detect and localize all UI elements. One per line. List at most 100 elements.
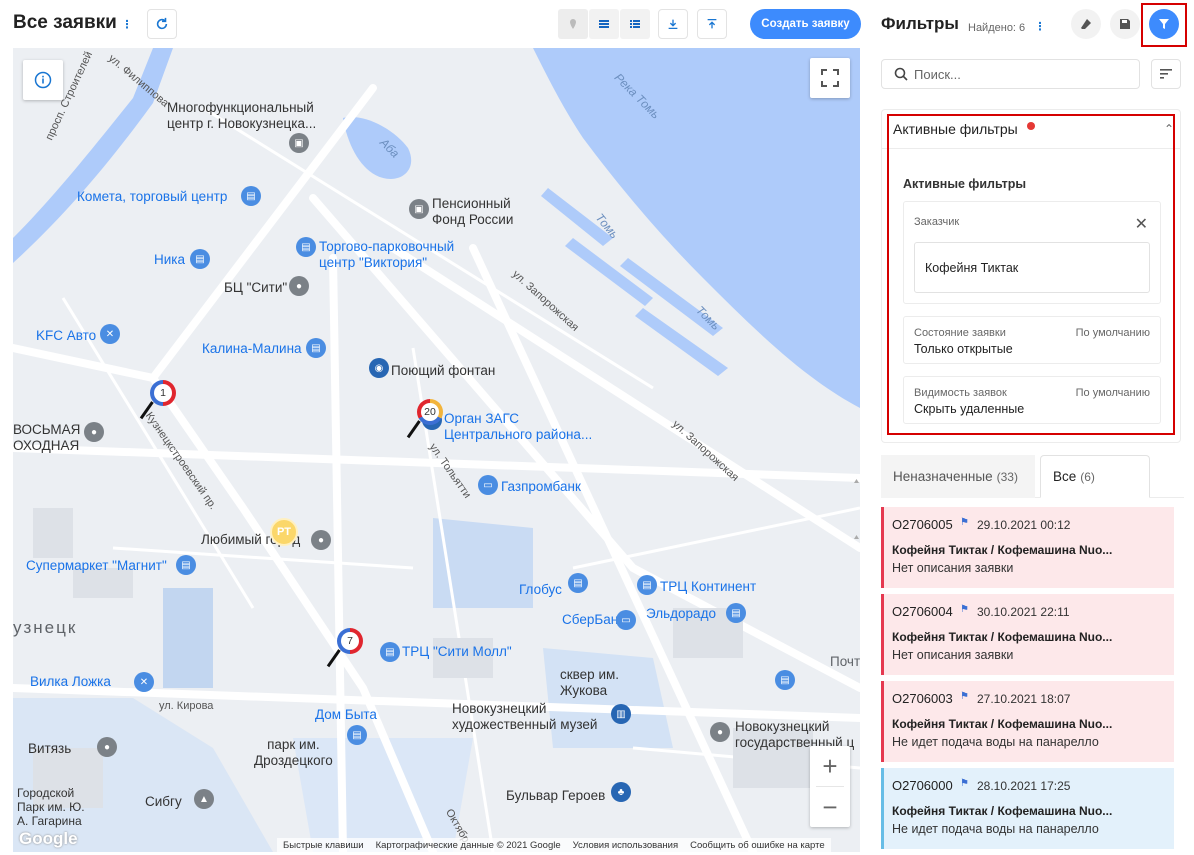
tab-all[interactable]: Все (6) <box>1040 455 1150 498</box>
export-button[interactable] <box>658 9 688 39</box>
poi-pin-icon[interactable]: ● <box>710 722 730 742</box>
create-request-button[interactable]: Создать заявку <box>750 9 861 39</box>
shopping-bag-icon[interactable]: ▤ <box>568 573 588 593</box>
poi-globus[interactable]: Глобус <box>519 582 562 598</box>
fullscreen-button[interactable] <box>810 58 850 98</box>
poi-fontan[interactable]: Поющий фонтан <box>391 363 495 379</box>
shopping-bag-icon[interactable]: ▤ <box>296 237 316 257</box>
restaurant-icon[interactable]: ✕ <box>100 324 120 344</box>
order-card[interactable]: O2706005 ⚑ 29.10.2021 00:12 Кофейня Тикт… <box>881 507 1174 588</box>
order-description: Нет описания заявки <box>892 648 1014 662</box>
import-button[interactable] <box>697 9 727 39</box>
shopping-cart-icon[interactable]: ▤ <box>306 338 326 358</box>
order-description: Нет описания заявки <box>892 561 1014 575</box>
poi-dom-byta[interactable]: Дом Быта <box>315 707 377 723</box>
map-data-text: Картографические данные © 2021 Google <box>375 839 561 851</box>
poi-sberbank[interactable]: СберБанк <box>562 612 624 628</box>
detail-list-icon <box>630 20 640 28</box>
highlight-box <box>1141 3 1187 47</box>
flag-icon: ⚑ <box>960 517 969 528</box>
order-card[interactable]: O2706004 ⚑ 30.10.2021 22:11 Кофейня Тикт… <box>881 594 1174 675</box>
order-id: O2706004 <box>892 604 953 619</box>
poi-trc-kontinent[interactable]: ТРЦ Континент <box>660 579 756 595</box>
poi-gor-park[interactable]: Городской Парк им. Ю. А. Гагарина <box>17 786 85 828</box>
sort-icon <box>1160 69 1172 79</box>
map-pin-icon <box>570 19 576 29</box>
poi-pension[interactable]: Пенсионный Фонд России <box>432 196 513 228</box>
poi-gazprom[interactable]: Газпромбанк <box>501 479 581 495</box>
tab-label: Все <box>1053 469 1077 484</box>
zoom-out-button[interactable]: − <box>810 787 850 827</box>
poi-trc-siti[interactable]: ТРЦ "Сити Молл" <box>402 644 512 660</box>
technician-marker[interactable]: PT <box>270 518 298 546</box>
refresh-button[interactable] <box>147 9 177 39</box>
order-id: O2706005 <box>892 517 953 532</box>
tab-count: (6) <box>1080 469 1095 484</box>
save-filters-button[interactable] <box>1110 9 1140 39</box>
search-input[interactable]: Поиск... <box>881 59 1140 89</box>
poi-zags[interactable]: Орган ЗАГС Центрального района... <box>444 411 592 443</box>
tab-unassigned[interactable]: Неназначенные (33) <box>881 455 1035 498</box>
order-description: Не идет подача воды на панарелло <box>892 735 1099 749</box>
info-icon[interactable]: ⋮ <box>118 15 136 33</box>
poi-vityaz[interactable]: Витязь <box>28 741 71 757</box>
atm-icon[interactable]: ▭ <box>478 475 498 495</box>
poi-pin-icon[interactable]: ● <box>289 276 309 296</box>
zoom-in-button[interactable]: + <box>810 746 850 786</box>
poi-vosmaya[interactable]: ВОСЬМАЯ ОХОДНАЯ <box>13 422 80 454</box>
map-info-button[interactable] <box>23 60 63 100</box>
list-view-button[interactable] <box>589 9 619 39</box>
poi-sibgu[interactable]: Сибгу <box>145 794 182 810</box>
poi-pin-icon[interactable]: ▣ <box>409 199 429 219</box>
order-date: 29.10.2021 00:12 <box>977 518 1071 532</box>
keyboard-shortcuts-link[interactable]: Быстрые клавиши <box>277 840 370 851</box>
poi-museum[interactable]: Новокузнецкий художественный музей <box>452 701 597 733</box>
poi-viktoria[interactable]: Торгово-парковочный центр "Виктория" <box>319 239 454 271</box>
poi-magnit[interactable]: Супермаркет "Магнит" <box>26 558 167 574</box>
shopping-bag-icon[interactable]: ▤ <box>347 725 367 745</box>
shopping-bag-icon[interactable]: ▤ <box>637 575 657 595</box>
info-icon[interactable]: ⋮ <box>1031 17 1049 35</box>
poi-kometa[interactable]: Комета, торговый центр <box>77 189 227 205</box>
order-card[interactable]: O2706000 ⚑ 28.10.2021 17:25 Кофейня Тикт… <box>881 768 1174 849</box>
poi-bc-siti[interactable]: БЦ "Сити" <box>224 280 287 296</box>
park-icon[interactable]: ♣ <box>611 782 631 802</box>
shopping-bag-icon[interactable]: ▤ <box>775 670 795 690</box>
order-title: Кофейня Тиктак / Кофемашина Nuo... <box>892 630 1113 644</box>
shopping-bag-icon[interactable]: ▤ <box>380 642 400 662</box>
app-root: Все заявки ⋮ Создать заявку Многофункцио… <box>0 0 1194 855</box>
poi-pin-icon[interactable]: ● <box>97 737 117 757</box>
poi-bulvar[interactable]: Бульвар Героев <box>506 788 605 804</box>
poi-pin-icon[interactable]: ● <box>311 530 331 550</box>
terms-link[interactable]: Условия использования <box>567 840 684 851</box>
museum-icon[interactable]: ▥ <box>611 704 631 724</box>
poi-park-drozd[interactable]: парк им. Дроздецкого <box>254 737 333 769</box>
poi-kfc[interactable]: KFC Авто <box>36 328 96 344</box>
scrollbar[interactable] <box>853 475 860 855</box>
poi-vilka[interactable]: Вилка Ложка <box>30 674 111 690</box>
shopping-bag-icon[interactable]: ▤ <box>176 555 196 575</box>
poi-mfc[interactable]: Многофункциональный центр г. Новокузнецк… <box>167 100 316 132</box>
clear-filters-button[interactable] <box>1071 9 1101 39</box>
restaurant-icon[interactable]: ✕ <box>134 672 154 692</box>
poi-kalina[interactable]: Калина-Малина <box>202 341 302 357</box>
shopping-bag-icon[interactable]: ▤ <box>190 249 210 269</box>
camera-icon[interactable]: ◉ <box>369 358 389 378</box>
poi-nika[interactable]: Ника <box>154 252 185 268</box>
poi-skver[interactable]: сквер им. Жукова <box>560 667 619 699</box>
search-placeholder: Поиск... <box>914 66 961 82</box>
detail-list-view-button[interactable] <box>620 9 650 39</box>
shopping-bag-icon[interactable]: ▤ <box>726 603 746 623</box>
report-error-link[interactable]: Сообщить об ошибке на карте <box>684 840 831 851</box>
poi-eldorado[interactable]: Эльдорадо <box>646 606 716 622</box>
order-card[interactable]: O2706003 ⚑ 27.10.2021 18:07 Кофейня Тикт… <box>881 681 1174 762</box>
poi-pin-icon[interactable]: ● <box>84 422 104 442</box>
eraser-icon <box>1081 19 1091 29</box>
poi-pin-icon[interactable]: ▣ <box>289 133 309 153</box>
map-view-button[interactable] <box>558 9 588 39</box>
school-icon[interactable]: ▲ <box>194 789 214 809</box>
atm-icon[interactable]: ▭ <box>616 610 636 630</box>
shopping-bag-icon[interactable]: ▤ <box>241 186 261 206</box>
sort-button[interactable] <box>1151 59 1181 89</box>
map-view[interactable]: Многофункциональный центр г. Новокузнецк… <box>13 48 860 852</box>
